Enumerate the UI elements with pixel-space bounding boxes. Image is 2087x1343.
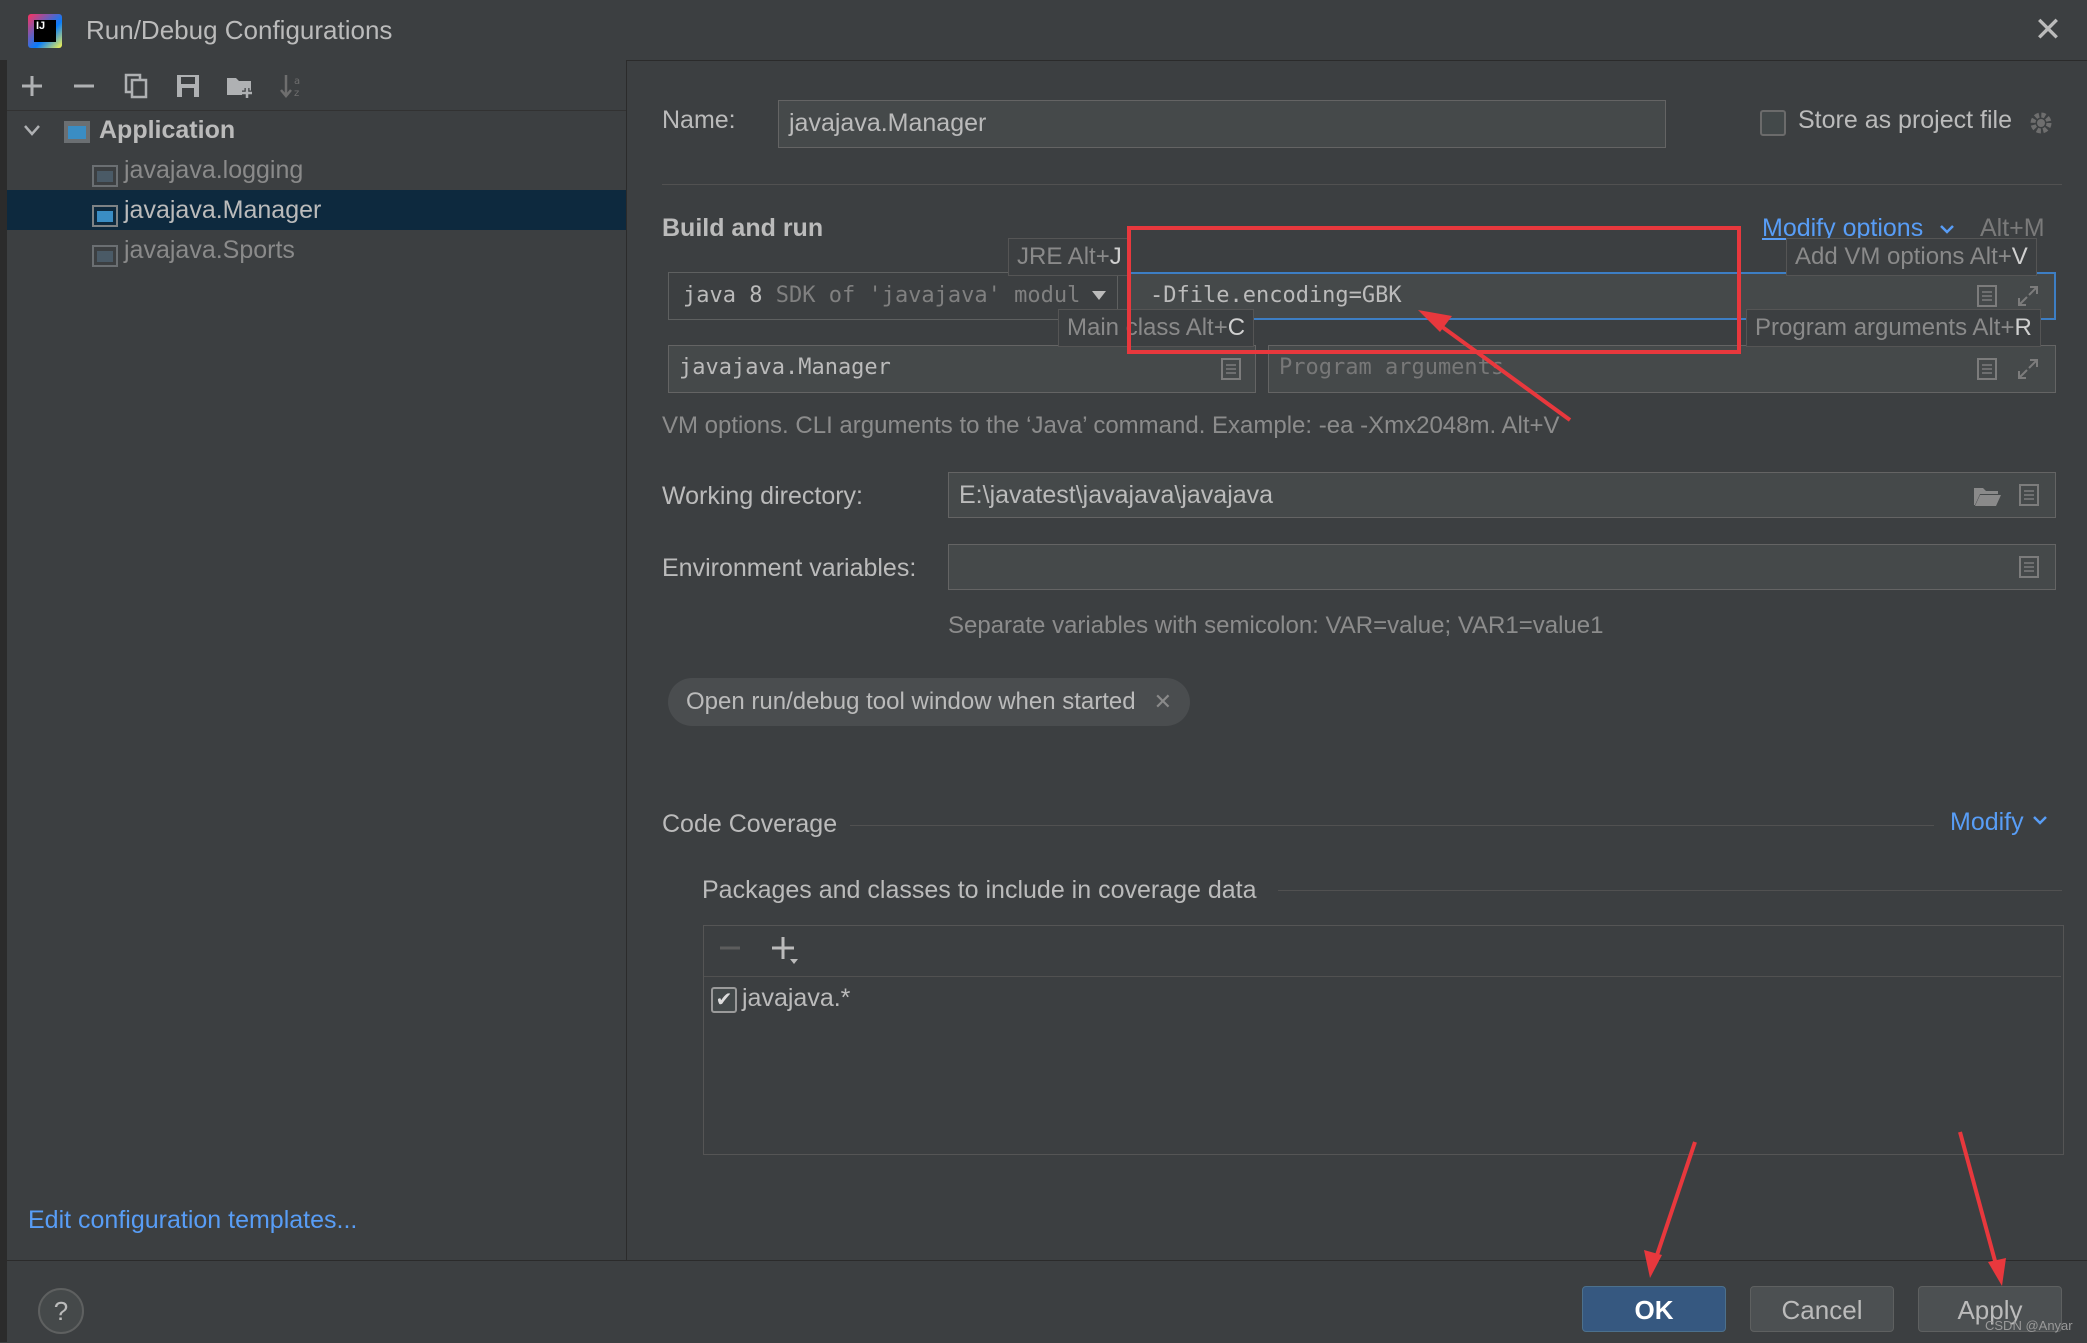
remove-icon[interactable] [66, 68, 102, 104]
ok-button[interactable]: OK [1582, 1286, 1726, 1332]
window-title: Run/Debug Configurations [86, 15, 393, 45]
name-input[interactable]: javajava.Manager [778, 100, 1666, 148]
hint-key: C [1227, 314, 1246, 341]
store-as-project-file-label[interactable]: Store as project file [1798, 106, 2012, 135]
add-package-icon[interactable] [770, 933, 800, 975]
config-icon [92, 159, 118, 187]
svg-text:a: a [294, 76, 300, 87]
clipboard-icon[interactable] [2018, 555, 2040, 579]
main-class-input[interactable]: javajava.Manager [668, 345, 1256, 393]
tree-item-label: javajava.logging [124, 156, 304, 184]
watermark: CSDN @Anyar [1985, 1318, 2073, 1333]
clipboard-icon[interactable] [1220, 357, 1242, 381]
config-icon [92, 199, 118, 227]
expand-icon[interactable] [2016, 284, 2038, 308]
working-directory-label: Working directory: [662, 482, 863, 510]
tree-group-label: Application [99, 116, 236, 144]
jre-shortcut-hint: JRE Alt+J [1008, 238, 1131, 276]
open-tool-window-tag[interactable]: Open run/debug tool window when started ✕ [668, 678, 1191, 726]
ide-background-strip [0, 60, 7, 1342]
main-class-value: javajava.Manager [679, 355, 891, 380]
clipboard-icon[interactable] [2018, 483, 2040, 507]
save-icon[interactable] [170, 68, 206, 104]
logo-text: IJ [34, 20, 56, 42]
add-vm-options-shortcut-hint: Add VM options Alt+V [1786, 238, 2037, 276]
separator [662, 184, 2062, 185]
hint-text: Add VM options Alt+ [1795, 243, 2012, 270]
name-label: Name: [662, 106, 736, 134]
tree-item-label: javajava.Sports [124, 236, 295, 264]
code-coverage-title: Code Coverage [662, 810, 838, 838]
hint-key: V [2011, 243, 2028, 270]
working-directory-input[interactable]: E:\javatest\javajava\javajava [948, 472, 2056, 518]
program-arguments-input[interactable]: Program arguments [1268, 345, 2056, 393]
close-icon[interactable]: ✕ [2028, 10, 2068, 50]
chevron-down-icon [2032, 816, 2047, 825]
folder-open-icon[interactable] [1972, 484, 2002, 508]
tree-item-label: javajava.Manager [124, 196, 322, 224]
jre-sub: SDK of 'javajava' modul [775, 283, 1081, 308]
build-and-run-title: Build and run [662, 214, 824, 242]
tag-label: Open run/debug tool window when started [686, 688, 1136, 715]
main-class-shortcut-hint: Main class Alt+C [1058, 309, 1255, 347]
program-arguments-shortcut-hint: Program arguments Alt+R [1746, 309, 2041, 347]
edit-templates-link[interactable]: Edit configuration templates... [28, 1206, 357, 1235]
config-icon [92, 239, 118, 267]
package-name: javajava.* [742, 984, 851, 1012]
name-input-value: javajava.Manager [789, 109, 987, 137]
package-checkbox[interactable]: ✔ [711, 987, 737, 1013]
store-as-project-file-checkbox[interactable] [1760, 110, 1786, 136]
hint-text: Program arguments Alt+ [1755, 314, 2015, 341]
application-folder-icon [63, 117, 93, 143]
intellij-logo-icon: IJ [28, 14, 62, 48]
expand-icon[interactable] [2016, 357, 2038, 381]
hint-key: J [1109, 243, 1122, 270]
environment-variables-help-text: Separate variables with semicolon: VAR=v… [948, 612, 1604, 639]
tree-item-javajava-sports[interactable]: javajava.Sports [7, 230, 626, 270]
tree-group-application[interactable]: Application [7, 110, 626, 150]
packages-toolbar [704, 926, 2061, 977]
jre-select[interactable]: java 8 SDK of 'javajava' modul [668, 272, 1118, 320]
remove-tag-icon[interactable]: ✕ [1154, 689, 1172, 714]
separator [850, 825, 1934, 826]
hint-text: Main class Alt+ [1067, 314, 1228, 341]
environment-variables-label: Environment variables: [662, 554, 917, 582]
separator [1278, 890, 2062, 891]
coverage-modify-link[interactable]: Modify [1950, 808, 2049, 837]
cancel-button[interactable]: Cancel [1750, 1286, 1894, 1332]
coverage-modify-label: Modify [1950, 808, 2024, 836]
add-icon[interactable] [14, 68, 50, 104]
gear-icon[interactable] [2026, 108, 2056, 143]
help-button[interactable]: ? [38, 1288, 84, 1334]
remove-package-icon [718, 933, 742, 971]
packages-title: Packages and classes to include in cover… [702, 876, 1257, 904]
tree-item-javajava-manager[interactable]: javajava.Manager [7, 190, 626, 230]
copy-icon[interactable] [118, 68, 154, 104]
clipboard-icon[interactable] [1976, 284, 1998, 308]
vm-options-help-text: VM options. CLI arguments to the ‘Java’ … [662, 412, 1560, 439]
tree-item-javajava-logging[interactable]: javajava.logging [7, 150, 626, 190]
jre-main: java 8 [683, 283, 763, 308]
svg-text:z: z [294, 88, 299, 99]
clipboard-icon[interactable] [1976, 357, 1998, 381]
working-directory-value: E:\javatest\javajava\javajava [959, 481, 1274, 509]
hint-text: JRE Alt+ [1017, 243, 1110, 270]
new-folder-icon[interactable] [222, 68, 258, 104]
hint-key: R [2014, 314, 2032, 341]
program-arguments-placeholder: Program arguments [1279, 355, 1505, 380]
sort-icon[interactable]: az [274, 68, 310, 104]
environment-variables-input[interactable] [948, 544, 2056, 590]
